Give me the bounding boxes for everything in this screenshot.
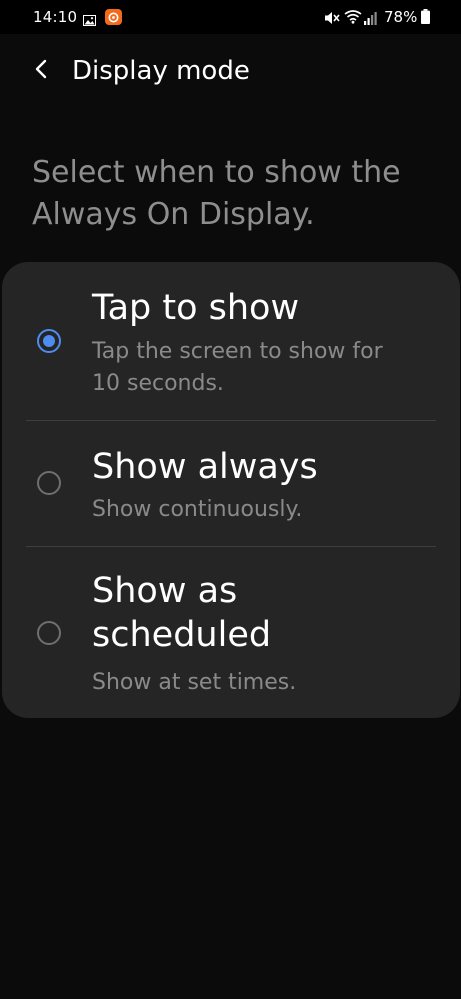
option-show-as-scheduled[interactable]: Show as scheduled Show at set times. (2, 547, 460, 718)
option-title: Show always (92, 447, 318, 487)
option-tap-to-show[interactable]: Tap to show Tap the screen to show for 1… (2, 262, 460, 420)
option-title: Tap to show (92, 288, 300, 328)
description-text: Select when to show the Always On Displa… (32, 155, 401, 232)
signal-icon (364, 10, 378, 25)
display-mode-options: Tap to show Tap the screen to show for 1… (2, 262, 460, 718)
status-time: 14:10 (33, 8, 78, 26)
gallery-icon (83, 11, 96, 26)
option-summary: Tap the screen to show for 10 seconds. (92, 339, 383, 396)
chevron-left-icon (34, 58, 48, 84)
option-summary: Show continuously. (92, 497, 303, 522)
back-button[interactable] (24, 54, 58, 88)
option-show-always[interactable]: Show always Show continuously. (2, 421, 460, 546)
battery-percent: 78% (384, 8, 418, 26)
wifi-icon (344, 9, 362, 24)
radio-dot (43, 335, 55, 347)
option-summary: Show at set times. (92, 670, 297, 695)
mute-icon (324, 10, 340, 24)
status-bar: 14:10 78% (0, 0, 461, 34)
radio-button-selected[interactable] (37, 329, 61, 353)
option-title: Show as scheduled (92, 571, 272, 655)
radio-button[interactable] (37, 471, 61, 495)
app-notification-icon (105, 9, 122, 25)
page-title: Display mode (72, 56, 250, 86)
battery-icon (421, 9, 430, 24)
app-bar: Display mode (0, 34, 461, 112)
radio-button[interactable] (37, 621, 61, 645)
